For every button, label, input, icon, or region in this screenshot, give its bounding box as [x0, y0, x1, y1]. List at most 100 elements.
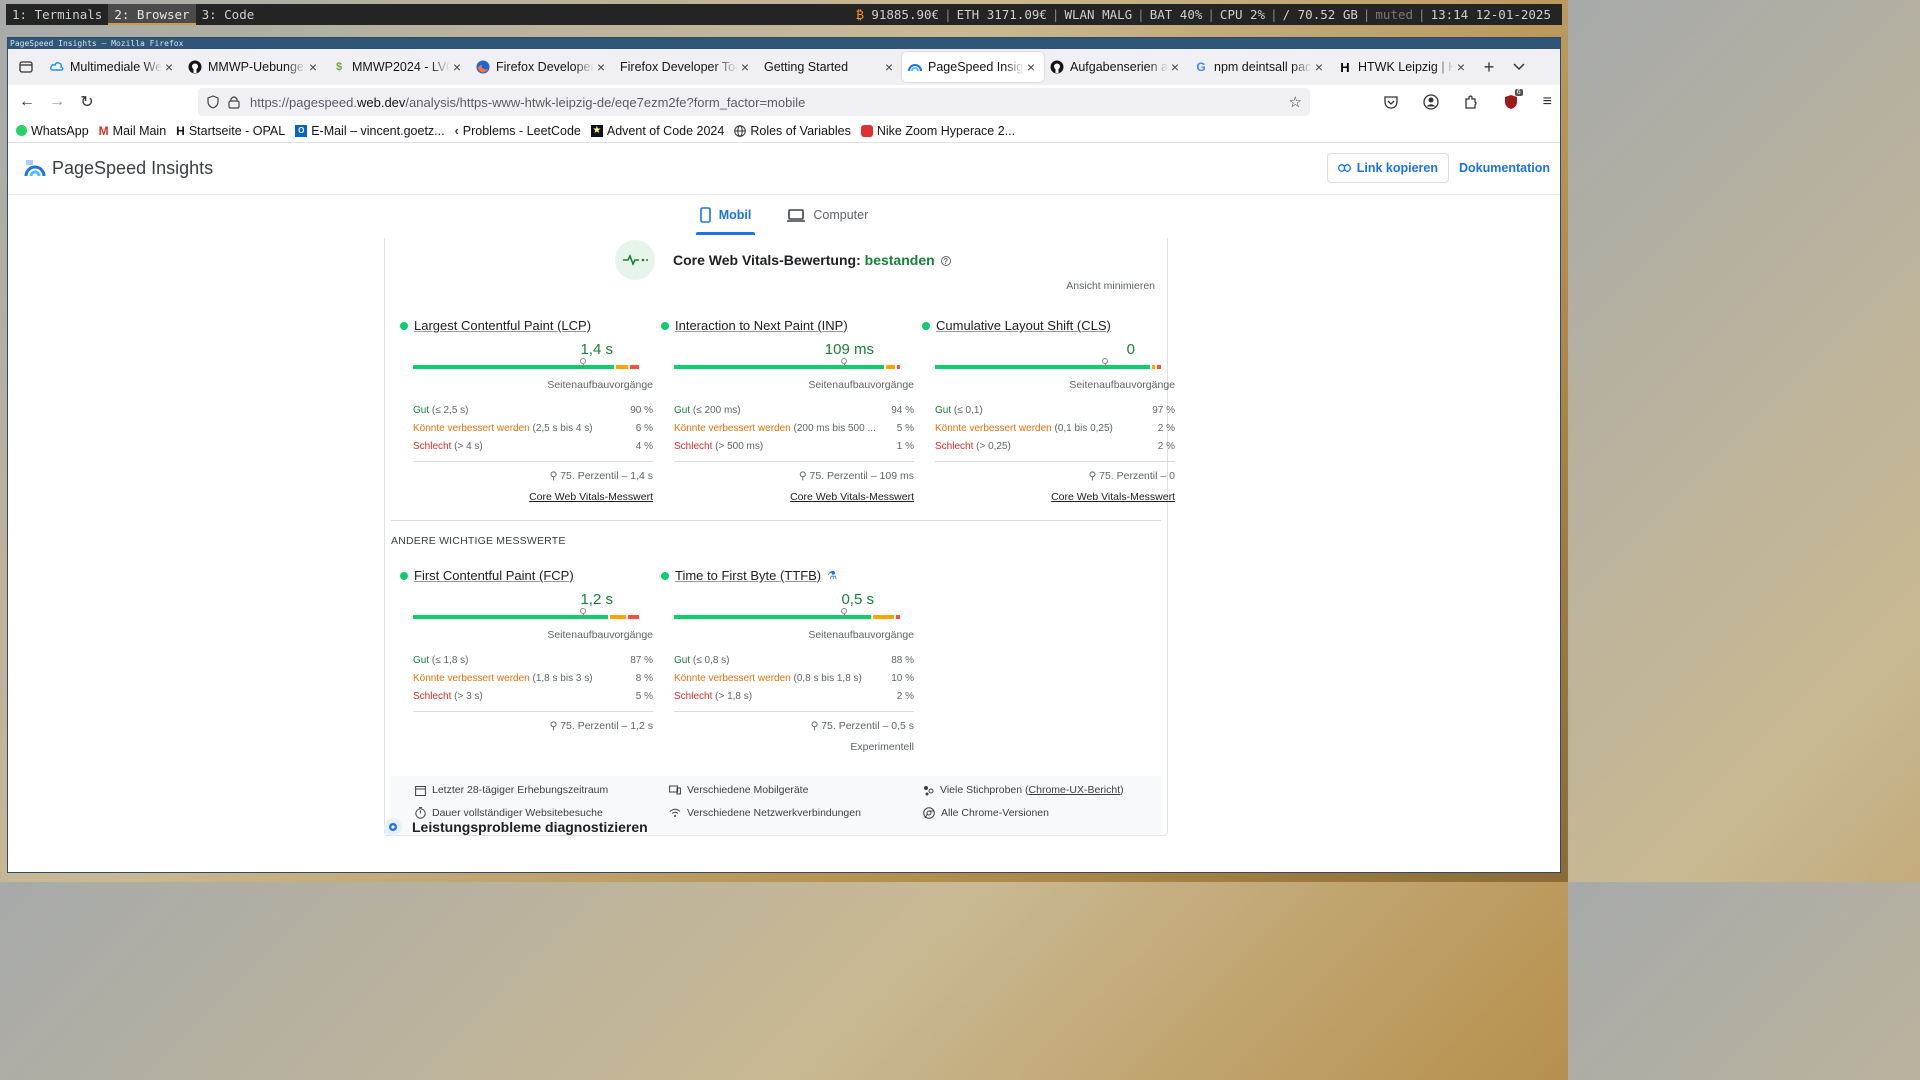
bookmark-nike[interactable]: Nike Zoom Hyperace 2... [860, 124, 1015, 138]
eth-price: ETH 3171.09€ [956, 7, 1047, 22]
tab-firefox-developer[interactable]: Firefox Developer × [470, 52, 614, 82]
chevron-down-icon [1513, 63, 1525, 71]
tab-npm-deintsall[interactable]: G npm deintsall pack × [1188, 52, 1332, 82]
bar-poor [628, 615, 639, 619]
percentile-marker [841, 608, 847, 619]
metric-name[interactable]: Time to First Byte (TTFB) [675, 568, 821, 583]
bookmark-mail-main[interactable]: M Mail Main [99, 124, 167, 138]
row-poor: Schlecht (> 500 ms) 1 % [674, 440, 914, 452]
metric-name[interactable]: First Contentful Paint (FCP) [414, 568, 574, 583]
row-needs-improvement: Könnte verbessert werden (0,1 bis 0,25) 2… [935, 422, 1175, 434]
metric-name[interactable]: Interaction to Next Paint (INP) [675, 318, 848, 333]
close-icon[interactable]: × [1168, 59, 1182, 75]
workspace-2[interactable]: 2: Browser [108, 4, 196, 25]
tab-mmwp2024[interactable]: $ MMWP2024 - LV0 × [326, 52, 470, 82]
metric-name[interactable]: Largest Contentful Paint (LCP) [414, 318, 591, 333]
help-icon[interactable]: ? [940, 256, 951, 267]
pocket-icon[interactable] [1383, 94, 1399, 110]
metric-value: 0,5 s [841, 591, 874, 608]
extensions-icon[interactable] [1463, 94, 1479, 110]
metric-ttfb: Time to First Byte (TTFB) ⚗ 0,5 s Seitenauf… [661, 568, 914, 753]
page-loads-label: Seitenaufbauvorgänge [547, 379, 653, 391]
documentation-link[interactable]: Dokumentation [1455, 161, 1554, 175]
core-web-vitals-card: Core Web Vitals-Bewertung: bestanden? An… [384, 238, 1175, 836]
tab-pagespeed-insights[interactable]: PageSpeed Insights × [902, 52, 1044, 82]
tab-getting-started[interactable]: Getting Started × [758, 52, 902, 82]
tab-mobile[interactable]: Mobil [695, 195, 756, 235]
close-icon[interactable]: × [1024, 59, 1038, 75]
bookmark-whatsapp[interactable]: WhatsApp [16, 124, 89, 138]
bookmark-star-icon[interactable]: ☆ [1289, 93, 1302, 111]
chrome-ux-report-link[interactable]: Chrome-UX-Bericht [1029, 784, 1121, 796]
tab-computer[interactable]: Computer [783, 195, 872, 235]
cwv-metric-link[interactable]: Core Web Vitals-Messwert [674, 491, 914, 503]
bookmark-email[interactable]: O E-Mail – vincent.goetz... [295, 124, 445, 138]
pagespeed-icon [908, 60, 922, 74]
percentile-marker [580, 608, 586, 619]
metric-name[interactable]: Cumulative Layout Shift (CLS) [936, 318, 1111, 333]
cwv-status: bestanden [864, 252, 935, 268]
close-icon[interactable]: × [1312, 59, 1326, 75]
reload-icon: ↻ [80, 94, 94, 111]
bookmark-leetcode[interactable]: ‹ Problems - LeetCode [455, 124, 581, 138]
tab-list-button[interactable] [1504, 52, 1534, 82]
psi-header: PageSpeed Insights Link kopieren Dokumen… [8, 143, 1560, 195]
workspace-3[interactable]: 3: Code [196, 4, 261, 25]
account-icon[interactable] [1423, 94, 1439, 110]
github-icon [1050, 60, 1064, 74]
experimental-label: Experimentell [850, 741, 914, 753]
url-bar[interactable]: https://pagespeed.web.dev/analysis/https… [198, 88, 1310, 116]
new-tab-button[interactable]: + [1474, 52, 1504, 82]
bar-needs-improvement [886, 365, 895, 369]
pin-icon: ⚲ [549, 470, 561, 482]
bookmark-advent-of-code[interactable]: ★ Advent of Code 2024 [590, 124, 724, 138]
back-button[interactable]: ← [12, 87, 42, 117]
status-good-dot [661, 321, 669, 330]
phone-icon [699, 207, 711, 223]
tab-multimediale[interactable]: Multimediale Web × [44, 52, 182, 82]
lock-icon[interactable] [228, 95, 240, 109]
bookmark-roles-of-variables[interactable]: Roles of Variables [734, 124, 851, 138]
metric-value: 109 ms [824, 341, 874, 358]
close-icon[interactable]: × [162, 59, 176, 75]
divider [674, 711, 914, 712]
percentile-marker [580, 358, 586, 369]
close-icon[interactable]: × [450, 59, 464, 75]
minimize-view-link[interactable]: Ansicht minimieren [1066, 280, 1155, 292]
shield-icon[interactable] [206, 95, 220, 109]
cwv-metric-link[interactable]: Core Web Vitals-Messwert [413, 491, 653, 503]
battery-status: BAT 40% [1149, 7, 1203, 22]
reload-button[interactable]: ↻ [72, 87, 102, 117]
tab-mmwp-uebungen[interactable]: MMWP-Uebungen × [182, 52, 326, 82]
close-icon[interactable]: × [738, 59, 752, 75]
chrome-icon [923, 807, 935, 819]
copy-link-button[interactable]: Link kopieren [1326, 153, 1450, 183]
distribution-bar [674, 608, 900, 619]
tab-htwk-leipzig[interactable]: H HTWK Leipzig | Ho × [1332, 52, 1474, 82]
menu-icon[interactable]: ≡ [1543, 93, 1552, 111]
ublock-icon[interactable]: 6 [1503, 89, 1523, 110]
row-needs-improvement: Könnte verbessert werden (200 ms bis 500… [674, 422, 914, 434]
tab-overview-button[interactable] [12, 52, 40, 82]
cloud-icon [50, 60, 64, 74]
tab-firefox-developer-tools[interactable]: Firefox Developer Too × [614, 52, 758, 82]
diagnose-icon [384, 818, 402, 836]
row-good: Gut (≤ 1,8 s) 87 % [413, 654, 653, 666]
disk-status: / 70.52 GB [1282, 7, 1358, 22]
wifi-icon [669, 808, 681, 817]
tab-bar: Multimediale Web × MMWP-Uebungen × $ MMW… [8, 49, 1560, 85]
close-icon[interactable]: × [306, 59, 320, 75]
cwv-metric-link[interactable]: Core Web Vitals-Messwert [935, 491, 1175, 503]
btc-price: ₿ 91885.90€ [856, 6, 940, 22]
row-needs-improvement: Könnte verbessert werden (0,8 s bis 1,8 … [674, 672, 914, 684]
forward-button[interactable]: → [42, 87, 72, 117]
aoc-icon: ★ [590, 124, 603, 137]
devices-icon [669, 785, 681, 794]
bookmark-opal[interactable]: H Startseite - OPAL [176, 124, 285, 138]
tab-aufgabenserien[interactable]: Aufgabenserien ab × [1044, 52, 1188, 82]
close-icon[interactable]: × [594, 59, 608, 75]
close-icon[interactable]: × [882, 59, 896, 75]
close-icon[interactable]: × [1454, 59, 1468, 75]
bar-good [413, 615, 608, 619]
workspace-1[interactable]: 1: Terminals [6, 4, 108, 25]
